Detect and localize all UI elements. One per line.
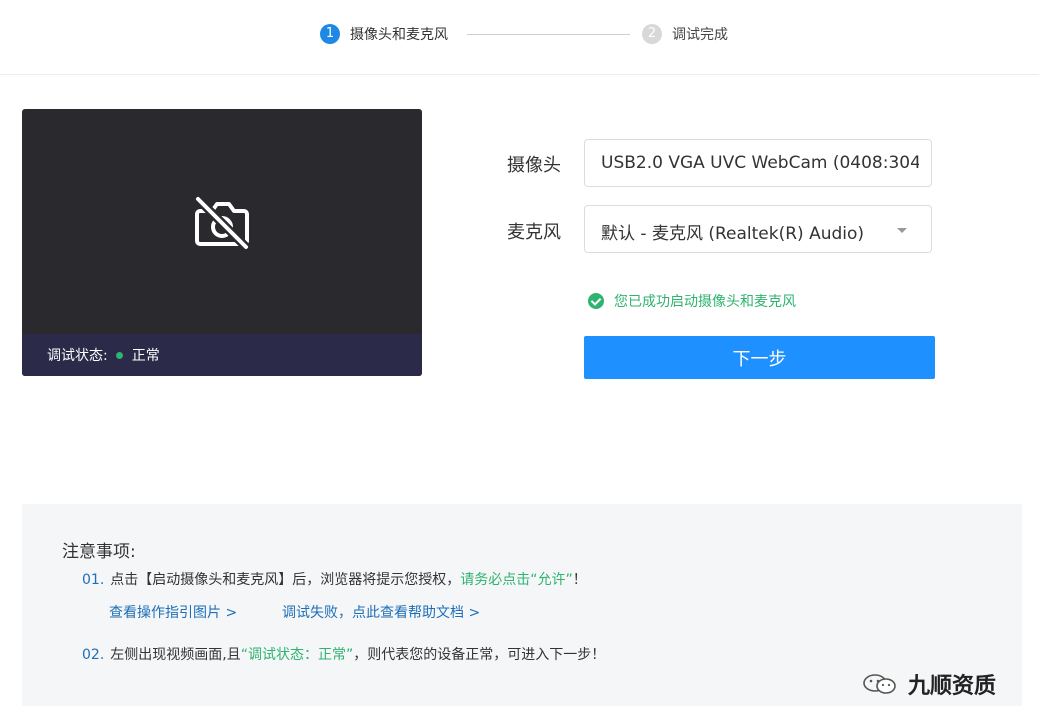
watermark: 九顺资质	[862, 668, 996, 700]
note-1-highlight: 请务必点击“允许”	[460, 572, 573, 588]
status-dot	[115, 351, 123, 359]
step-2-number: 2	[642, 24, 662, 44]
debug-status-bar: 调试状态: 正常	[22, 334, 422, 376]
chevron-down-icon	[897, 228, 907, 233]
note-1-end: ！	[572, 572, 587, 588]
camera-select[interactable]: USB2.0 VGA UVC WebCam (0408:3046)	[584, 139, 932, 187]
help-doc-link[interactable]: 调试失败，点此查看帮助文档 >	[282, 602, 480, 622]
step-2: 2 调试完成	[642, 24, 728, 44]
success-text: 您已成功启动摄像头和麦克风	[614, 294, 796, 310]
note-1-number: 01.	[82, 572, 105, 588]
note-2-end: ，则代表您的设备正常，可进入下一步！	[353, 647, 606, 663]
step-1-label: 摄像头和麦克风	[350, 27, 448, 43]
camera-label: 摄像头	[507, 155, 561, 176]
check-circle-icon	[588, 293, 604, 309]
watermark-text: 九顺资质	[908, 674, 997, 699]
wechat-logo-icon	[863, 674, 896, 694]
mic-select-value: 默认 - 麦克风 (Realtek(R) Audio)	[601, 224, 865, 244]
stepper: 1 摄像头和麦克风 2 调试完成	[0, 0, 1039, 75]
mic-select[interactable]: 默认 - 麦克风 (Realtek(R) Audio)	[584, 205, 932, 253]
next-step-button[interactable]: 下一步	[584, 336, 935, 379]
success-message: 您已成功启动摄像头和麦克风	[588, 291, 796, 311]
camera-off-icon	[194, 195, 250, 251]
guide-images-link[interactable]: 查看操作指引图片 >	[109, 602, 237, 622]
note-1-text: 点击【启动摄像头和麦克风】后，浏览器将提示您授权，	[110, 572, 461, 588]
note-2-number: 02.	[82, 647, 105, 663]
note-2-text: 左侧出现视频画面,且	[110, 647, 241, 663]
debug-status-label: 调试状态:	[47, 348, 108, 364]
video-preview: 调试状态: 正常	[22, 109, 422, 376]
step-connector	[467, 34, 630, 35]
note-item-1: 01. 点击【启动摄像头和麦克风】后，浏览器将提示您授权，请务必点击“允许”！	[82, 569, 587, 589]
camera-select-value: USB2.0 VGA UVC WebCam (0408:3046)	[601, 153, 919, 173]
note-item-2: 02. 左侧出现视频画面,且“调试状态：正常”，则代表您的设备正常，可进入下一步！	[82, 644, 605, 664]
notes-title: 注意事项:	[62, 542, 136, 562]
note-2-highlight: “调试状态：正常”	[240, 647, 354, 663]
step-1: 1 摄像头和麦克风	[320, 24, 448, 44]
step-1-number: 1	[320, 24, 340, 44]
mic-label: 麦克风	[507, 222, 561, 243]
step-2-label: 调试完成	[672, 27, 728, 43]
debug-status-value: 正常	[131, 348, 160, 364]
